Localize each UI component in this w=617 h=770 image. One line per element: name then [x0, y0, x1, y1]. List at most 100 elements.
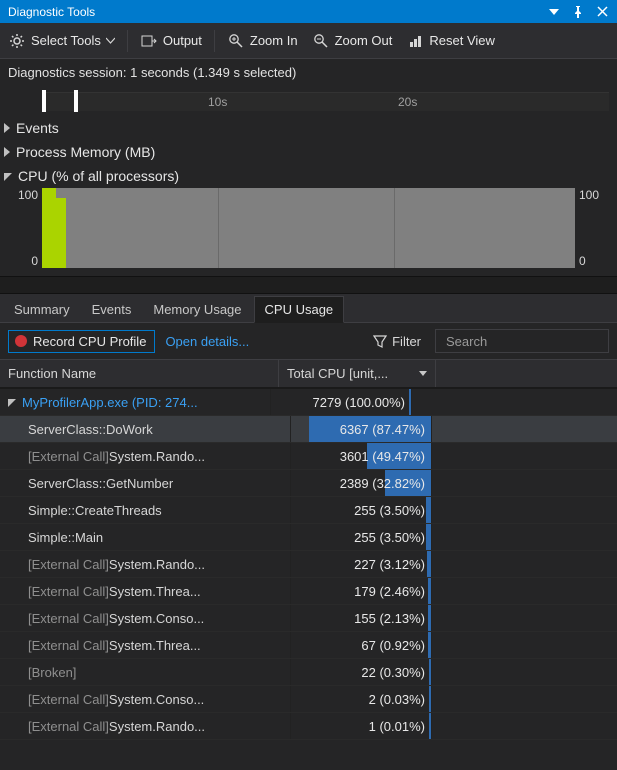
total-cpu-cell: 2389 (32.82%) [291, 470, 432, 496]
table-row[interactable]: [External Call] System.Rando... 227 (3.12… [0, 551, 617, 578]
total-cpu-value: 7279 (100.00%) [312, 389, 405, 415]
heat-edge [427, 551, 431, 577]
process-memory-section-header[interactable]: Process Memory (MB) [0, 140, 617, 164]
zoom-in-button[interactable]: Zoom In [225, 30, 300, 52]
total-cpu-value: 227 (3.12%) [354, 551, 425, 577]
axis-tick: 100 [4, 188, 38, 202]
function-name-label: ServerClass::DoWork [28, 422, 153, 437]
function-name-cell: ServerClass::DoWork [0, 416, 291, 442]
table-body: MyProfilerApp.exe (PID: 274... 7279 (100.… [0, 389, 617, 740]
table-row[interactable]: [External Call] System.Conso...2 (0.03%) [0, 686, 617, 713]
record-label: Record CPU Profile [33, 334, 146, 349]
table-row[interactable]: [External Call] System.Rando...1 (0.01%) [0, 713, 617, 740]
heat-edge [428, 578, 431, 604]
heat-edge [429, 686, 431, 712]
function-name-cell: [Broken] [0, 659, 291, 685]
select-tools-button[interactable]: Select Tools [6, 30, 117, 52]
chevron-down-icon [106, 36, 115, 45]
total-cpu-cell: 1 (0.01%) [291, 713, 432, 739]
table-row[interactable]: [Broken]22 (0.30%) [0, 659, 617, 686]
axis-tick: 0 [4, 254, 38, 268]
zoom-out-label: Zoom Out [335, 33, 393, 48]
zoom-out-button[interactable]: Zoom Out [310, 30, 395, 52]
total-cpu-value: 2389 (32.82%) [340, 470, 425, 496]
column-total-cpu[interactable]: Total CPU [unit,... [279, 360, 436, 387]
function-name-cell: MyProfilerApp.exe (PID: 274... [0, 389, 271, 415]
table-row[interactable]: [External Call] System.Threa...179 (2.46… [0, 578, 617, 605]
filter-button[interactable]: Filter [373, 334, 421, 349]
cpu-usage-toolbar: Record CPU Profile Open details... Filte… [0, 323, 617, 359]
selection-end-marker[interactable] [74, 90, 78, 112]
ruler-tick-label: 20s [398, 95, 417, 109]
table-row[interactable]: [External Call] System.Rando...3601 (49.… [0, 443, 617, 470]
chevron-down-icon[interactable] [8, 397, 18, 407]
heat-edge [428, 632, 431, 658]
search-box[interactable] [435, 329, 609, 353]
tab-memory-usage[interactable]: Memory Usage [143, 297, 251, 322]
zoom-in-icon [227, 32, 245, 50]
filter-icon [373, 334, 387, 348]
table-row[interactable]: Simple::Main255 (3.50%) [0, 524, 617, 551]
function-name-label: Simple::CreateThreads [28, 503, 162, 518]
toolbar-separator [214, 30, 215, 52]
tab-cpu-usage[interactable]: CPU Usage [254, 296, 345, 323]
toolbar-separator [127, 30, 128, 52]
output-button[interactable]: Output [138, 30, 204, 52]
table-row[interactable]: [External Call] System.Threa...67 (0.92%… [0, 632, 617, 659]
gear-icon [8, 32, 26, 50]
selection-start-marker[interactable] [42, 90, 46, 112]
chevron-right-icon [4, 147, 10, 157]
axis-tick: 0 [579, 254, 613, 268]
open-details-link[interactable]: Open details... [165, 334, 249, 349]
chart-gridline [218, 188, 219, 268]
record-icon [15, 335, 27, 347]
close-icon[interactable] [591, 1, 613, 23]
tab-summary[interactable]: Summary [4, 297, 80, 322]
table-row[interactable]: ServerClass::DoWork 6367 (87.47%) [0, 416, 617, 443]
dropdown-icon[interactable] [543, 1, 565, 23]
table-row[interactable]: ServerClass::GetNumber 2389 (32.82%) [0, 470, 617, 497]
pin-icon[interactable] [567, 1, 589, 23]
search-input[interactable] [444, 333, 617, 350]
total-cpu-cell: 6367 (87.47%) [291, 416, 432, 442]
table-row[interactable]: MyProfilerApp.exe (PID: 274... 7279 (100.… [0, 389, 617, 416]
function-name-cell: [External Call] System.Threa... [0, 632, 291, 658]
cpu-section-header[interactable]: CPU (% of all processors) [0, 164, 617, 188]
events-section-header[interactable]: Events [0, 116, 617, 140]
table-row[interactable]: Simple::CreateThreads 255 (3.50%) [0, 497, 617, 524]
tab-events[interactable]: Events [82, 297, 142, 322]
timeline-ruler[interactable]: 10s 20s [4, 86, 613, 116]
resize-divider[interactable] [0, 276, 617, 294]
heat-edge [429, 713, 431, 739]
window-title: Diagnostic Tools [8, 5, 543, 19]
total-cpu-cell: 22 (0.30%) [291, 659, 432, 685]
chevron-right-icon [4, 123, 10, 133]
total-cpu-value: 1 (0.01%) [369, 713, 425, 739]
chevron-down-icon [4, 171, 14, 181]
external-call-prefix: [External Call] [28, 638, 109, 653]
external-call-prefix: [External Call] [28, 557, 109, 572]
function-name-label: System.Conso... [109, 611, 204, 626]
main-toolbar: Select Tools Output Zoom In Zoom Out Res… [0, 23, 617, 59]
external-call-prefix: [External Call] [28, 449, 109, 464]
ruler-track: 10s 20s [42, 92, 609, 111]
function-name-label: Simple::Main [28, 530, 103, 545]
axis-tick: 100 [579, 188, 613, 202]
zoom-in-label: Zoom In [250, 33, 298, 48]
reset-view-icon [406, 32, 424, 50]
chart-gridline [394, 188, 395, 268]
function-name-label: System.Rando... [109, 449, 205, 464]
function-name-cell: Simple::CreateThreads [0, 497, 291, 523]
cpu-chart[interactable]: 100 0 100 0 [4, 188, 613, 276]
reset-view-button[interactable]: Reset View [404, 30, 497, 52]
function-name-cell: [External Call] System.Rando... [0, 551, 291, 577]
function-name-cell: ServerClass::GetNumber [0, 470, 291, 496]
table-row[interactable]: [External Call] System.Conso...155 (2.13… [0, 605, 617, 632]
external-call-prefix: [External Call] [28, 719, 109, 734]
column-function-name[interactable]: Function Name [0, 360, 279, 387]
total-cpu-value: 255 (3.50%) [354, 497, 425, 523]
record-cpu-profile-button[interactable]: Record CPU Profile [8, 330, 155, 353]
sort-desc-icon [419, 371, 427, 376]
total-cpu-value: 155 (2.13%) [354, 605, 425, 631]
heat-edge [426, 524, 431, 550]
